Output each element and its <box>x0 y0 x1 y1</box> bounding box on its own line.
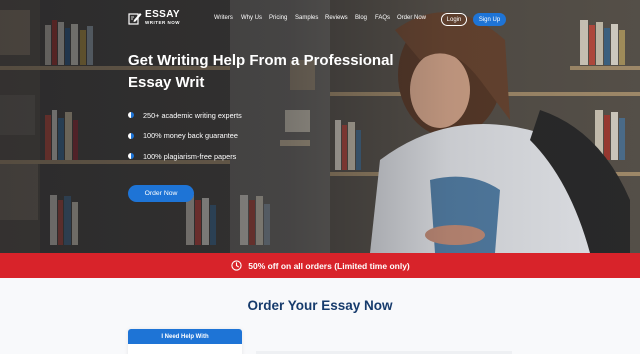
half-circle-bullet-icon <box>128 132 134 139</box>
signup-button[interactable]: Sign Up <box>473 13 506 26</box>
nav-reviews[interactable]: Reviews <box>325 15 348 21</box>
promo-banner: 50% off on all orders (Limited time only… <box>0 253 640 278</box>
feature-list: 250+ academic writing experts 100% money… <box>128 110 242 172</box>
site-header: ESSAY WRITER NOW Writers Why Us Pricing … <box>0 0 640 38</box>
feature-text: 250+ academic writing experts <box>143 110 242 120</box>
order-now-button[interactable]: Order Now <box>128 185 194 202</box>
nav-writers[interactable]: Writers <box>214 15 233 21</box>
order-section-title: Order Your Essay Now <box>247 298 393 313</box>
promo-text: 50% off on all orders (Limited time only… <box>248 260 410 271</box>
login-button[interactable]: Login <box>441 13 467 26</box>
nav-pricing[interactable]: Pricing <box>269 15 287 21</box>
hero-title: Get Writing Help From a Professional Ess… <box>128 52 394 91</box>
nav-order-now[interactable]: Order Now <box>397 15 426 21</box>
help-card-title: I Need Help With <box>128 329 242 344</box>
feature-item: 100% plagiarism-free papers <box>128 151 242 161</box>
nav-faqs[interactable]: FAQs <box>375 15 390 21</box>
main-nav: Writers Why Us Pricing Samples Reviews B… <box>0 15 640 25</box>
hero-section: ESSAY WRITER NOW Writers Why Us Pricing … <box>0 0 640 253</box>
feature-item: 250+ academic writing experts <box>128 110 242 120</box>
order-section: Order Your Essay Now I Need Help With <box>0 278 640 354</box>
nav-samples[interactable]: Samples <box>295 15 318 21</box>
half-circle-bullet-icon <box>128 112 134 118</box>
feature-text: 100% plagiarism-free papers <box>143 151 237 161</box>
half-circle-bullet-icon <box>128 153 134 159</box>
nav-why-us[interactable]: Why Us <box>241 15 262 21</box>
feature-item: 100% money back guarantee <box>128 131 242 141</box>
nav-blog[interactable]: Blog <box>355 15 367 21</box>
clock-icon <box>231 260 242 271</box>
feature-text: 100% money back guarantee <box>143 131 238 140</box>
help-with-card: I Need Help With <box>128 329 242 354</box>
